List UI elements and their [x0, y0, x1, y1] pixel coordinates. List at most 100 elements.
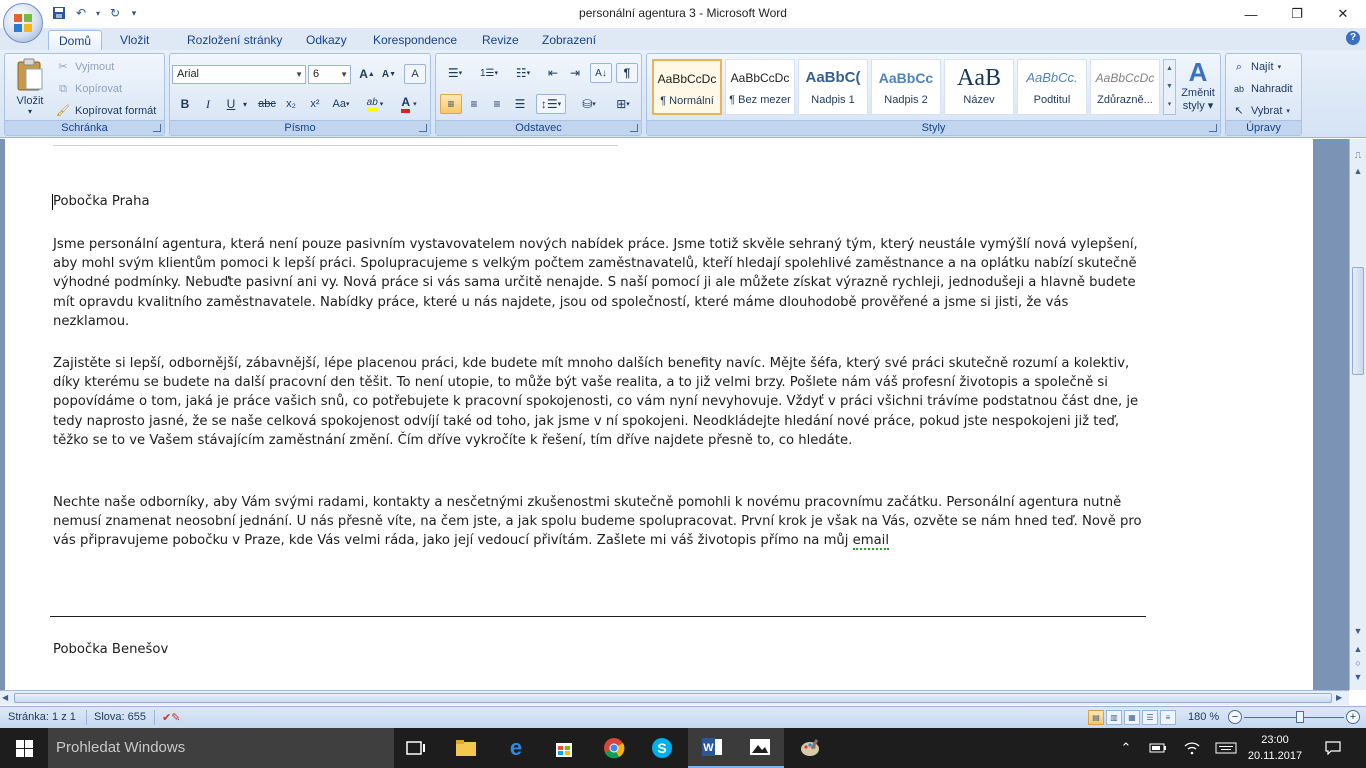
- font-name-combo[interactable]: Arial ▼: [172, 65, 306, 84]
- previous-page-icon[interactable]: ▲: [1352, 643, 1364, 655]
- style-subtitle[interactable]: AaBbCc. Podtitul: [1017, 59, 1087, 115]
- line-spacing-button[interactable]: ↕☰ ▾: [536, 94, 566, 114]
- style-heading-1[interactable]: AaBbC( Nadpis 1: [798, 59, 868, 115]
- bold-button[interactable]: B: [174, 94, 196, 114]
- increase-indent-button[interactable]: ⇥: [564, 63, 586, 83]
- close-button[interactable]: ✕: [1320, 0, 1366, 28]
- copy-button[interactable]: ⧉ Kopírovat: [55, 81, 122, 97]
- align-left-button[interactable]: ≡: [440, 94, 462, 114]
- action-center-icon[interactable]: [1320, 728, 1346, 768]
- zoom-slider-track[interactable]: [1244, 717, 1344, 718]
- style-normal[interactable]: AaBbCcDc ¶ Normální: [652, 59, 722, 115]
- zoom-out-button[interactable]: −: [1228, 710, 1242, 724]
- font-size-combo[interactable]: 6 ▼: [308, 65, 351, 84]
- tab-view[interactable]: Zobrazení: [532, 30, 606, 50]
- horizontal-scrollbar[interactable]: ◀ ▶: [0, 690, 1349, 705]
- help-icon[interactable]: ?: [1346, 31, 1360, 45]
- word-count[interactable]: Slova: 655: [94, 711, 146, 723]
- tab-page-layout[interactable]: Rozložení stránky: [177, 30, 292, 50]
- taskbar-search-box[interactable]: Prohledat Windows: [48, 728, 394, 768]
- proofing-icon[interactable]: ✔✎: [162, 711, 180, 724]
- vertical-scroll-thumb[interactable]: [1352, 267, 1364, 375]
- vertical-scrollbar[interactable]: ⎍ ▲ ▼ ▲ ○ ▼: [1349, 139, 1366, 690]
- cut-button[interactable]: ✂ Vyjmout: [55, 59, 114, 75]
- superscript-button[interactable]: x²: [304, 94, 326, 114]
- paste-button[interactable]: Vložit ▾: [9, 56, 51, 120]
- chrome-icon[interactable]: [590, 728, 638, 768]
- styles-dialog-launcher[interactable]: [1209, 124, 1217, 132]
- scroll-left-icon[interactable]: ◀: [2, 693, 8, 702]
- task-view-icon[interactable]: [392, 728, 440, 768]
- justify-button[interactable]: ☰: [509, 94, 531, 114]
- numbering-button[interactable]: 1☰ ▾: [474, 63, 504, 83]
- show-formatting-button[interactable]: ¶: [616, 63, 638, 83]
- subscript-button[interactable]: x₂: [280, 94, 302, 114]
- align-right-button[interactable]: ≡: [486, 94, 508, 114]
- scroll-down-icon[interactable]: ▼: [1352, 625, 1364, 637]
- align-center-button[interactable]: ≡: [463, 94, 485, 114]
- paste-dropdown-icon[interactable]: ▾: [9, 107, 51, 116]
- grow-font-button[interactable]: A ▲: [356, 64, 378, 84]
- zoom-level[interactable]: 180 %: [1188, 711, 1219, 723]
- style-title[interactable]: AaB Název: [944, 59, 1014, 115]
- bullets-button[interactable]: ☰ ▾: [440, 63, 470, 83]
- tab-home[interactable]: Domů: [48, 30, 103, 50]
- tab-review[interactable]: Revize: [472, 30, 529, 50]
- font-color-button[interactable]: A ▾: [394, 94, 424, 114]
- taskbar-clock[interactable]: 23:00 20.11.2017: [1245, 732, 1305, 764]
- battery-icon[interactable]: [1146, 728, 1170, 768]
- store-icon[interactable]: [540, 728, 588, 768]
- format-painter-button[interactable]: 🖌 Kopírovat formát: [55, 103, 156, 119]
- grammar-flagged-word[interactable]: email: [852, 533, 890, 551]
- gallery-more-icon[interactable]: ▾: [1164, 96, 1175, 114]
- underline-button[interactable]: U: [220, 94, 242, 114]
- full-screen-reading-icon[interactable]: ▥: [1106, 710, 1122, 725]
- shading-button[interactable]: ⛁ ▾: [574, 94, 604, 114]
- draft-view-icon[interactable]: ≡: [1160, 710, 1176, 725]
- scroll-up-icon[interactable]: ▲: [1352, 165, 1364, 177]
- restore-button[interactable]: ❐: [1274, 0, 1320, 28]
- horizontal-scroll-thumb[interactable]: [14, 693, 1332, 703]
- show-hidden-icons[interactable]: ⌃: [1116, 728, 1136, 768]
- highlight-button[interactable]: ab ▾: [362, 94, 388, 114]
- minimize-button[interactable]: —: [1228, 0, 1274, 28]
- start-button[interactable]: [0, 728, 48, 768]
- tab-mailings[interactable]: Korespondence: [363, 30, 467, 50]
- underline-dropdown-icon[interactable]: ▾: [240, 94, 250, 114]
- style-heading-2[interactable]: AaBbCc Nadpis 2: [871, 59, 941, 115]
- paragraph-dialog-launcher[interactable]: [630, 124, 638, 132]
- replace-button[interactable]: ab Nahradit: [1231, 81, 1293, 97]
- print-layout-view-icon[interactable]: ▤: [1088, 710, 1104, 725]
- style-no-spacing[interactable]: AaBbCcDc ¶ Bez mezer: [725, 59, 795, 115]
- change-case-button[interactable]: Aa ▾: [328, 94, 354, 114]
- tab-references[interactable]: Odkazy: [296, 30, 357, 50]
- skype-icon[interactable]: S: [638, 728, 686, 768]
- office-button[interactable]: [3, 3, 43, 43]
- borders-button[interactable]: ⊞ ▾: [608, 94, 638, 114]
- scroll-right-icon[interactable]: ▶: [1336, 693, 1342, 702]
- font-dialog-launcher[interactable]: [419, 124, 427, 132]
- shrink-font-button[interactable]: A ▼: [378, 64, 400, 84]
- style-subtle-emphasis[interactable]: AaBbCcDc Zdůrazně...: [1090, 59, 1160, 115]
- gallery-down-icon[interactable]: ▼: [1164, 78, 1175, 96]
- zoom-in-button[interactable]: +: [1346, 710, 1360, 724]
- find-button[interactable]: ⌕ Najít ▾: [1231, 59, 1281, 75]
- wifi-icon[interactable]: [1180, 728, 1204, 768]
- strikethrough-button[interactable]: abc: [256, 94, 278, 114]
- edge-icon[interactable]: e: [492, 728, 540, 768]
- multilevel-list-button[interactable]: ☷ ▾: [508, 63, 538, 83]
- document-page[interactable]: Pobočka Praha Jsme personální agentura, …: [5, 139, 1313, 690]
- ruler-toggle-icon[interactable]: ⎍: [1352, 149, 1364, 161]
- decrease-indent-button[interactable]: ⇤: [542, 63, 564, 83]
- clear-formatting-button[interactable]: A: [404, 64, 426, 84]
- tab-insert[interactable]: Vložit: [110, 30, 159, 50]
- gallery-up-icon[interactable]: ▲: [1164, 60, 1175, 78]
- photos-icon[interactable]: [736, 728, 784, 768]
- select-button[interactable]: ↖ Vybrat ▾: [1231, 103, 1290, 119]
- change-styles-button[interactable]: A Změnit styly ▾: [1177, 57, 1219, 119]
- outline-view-icon[interactable]: ☰: [1142, 710, 1158, 725]
- sort-button[interactable]: A↓: [590, 63, 612, 83]
- next-page-icon[interactable]: ▼: [1352, 671, 1364, 683]
- italic-button[interactable]: I: [197, 94, 219, 114]
- file-explorer-icon[interactable]: [442, 728, 490, 768]
